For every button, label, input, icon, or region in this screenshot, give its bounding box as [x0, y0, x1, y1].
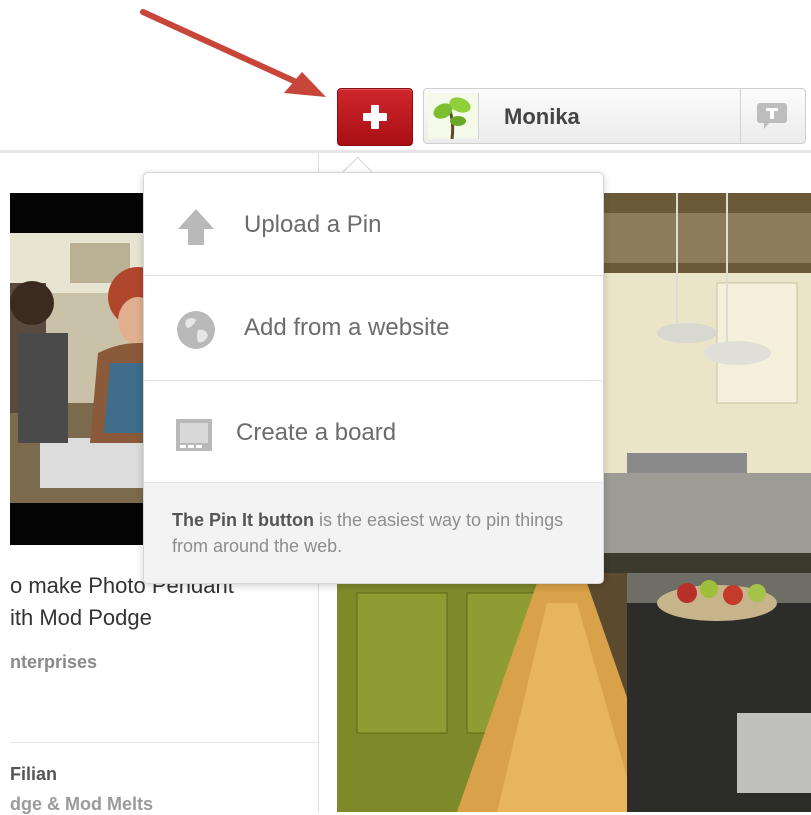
profile-button[interactable]: Monika: [423, 88, 806, 144]
pin-divider: [10, 742, 318, 743]
board-icon: [174, 413, 218, 457]
pin-it-info: The Pin It button is the easiest way to …: [144, 483, 603, 583]
tree-avatar-icon: [428, 93, 479, 139]
add-menu-dropdown: Upload a Pin Add from a website Create a…: [143, 172, 604, 584]
user-name: Monika: [504, 104, 580, 129]
notification-button[interactable]: [740, 89, 805, 143]
up-arrow-icon: [174, 205, 218, 249]
notification-pushpin-icon: [757, 103, 787, 129]
add-pin-button[interactable]: [337, 88, 413, 146]
menu-item-label: Create a board: [236, 419, 397, 446]
menu-item-label: Add from a website: [244, 314, 450, 341]
pin-it-button-link[interactable]: The Pin It button: [172, 510, 314, 530]
menu-item-label: Upload a Pin: [244, 211, 382, 238]
menu-item-add-from-website[interactable]: Add from a website: [144, 276, 603, 380]
menu-item-upload-pin[interactable]: Upload a Pin: [144, 173, 603, 277]
pin-user-name[interactable]: Filian: [10, 764, 57, 785]
pin-source[interactable]: nterprises: [10, 652, 97, 673]
plus-icon: [363, 105, 387, 129]
globe-icon: [174, 308, 218, 352]
pin-it-description: The Pin It button is the easiest way to …: [172, 507, 582, 559]
menu-item-create-board[interactable]: Create a board: [144, 381, 603, 485]
